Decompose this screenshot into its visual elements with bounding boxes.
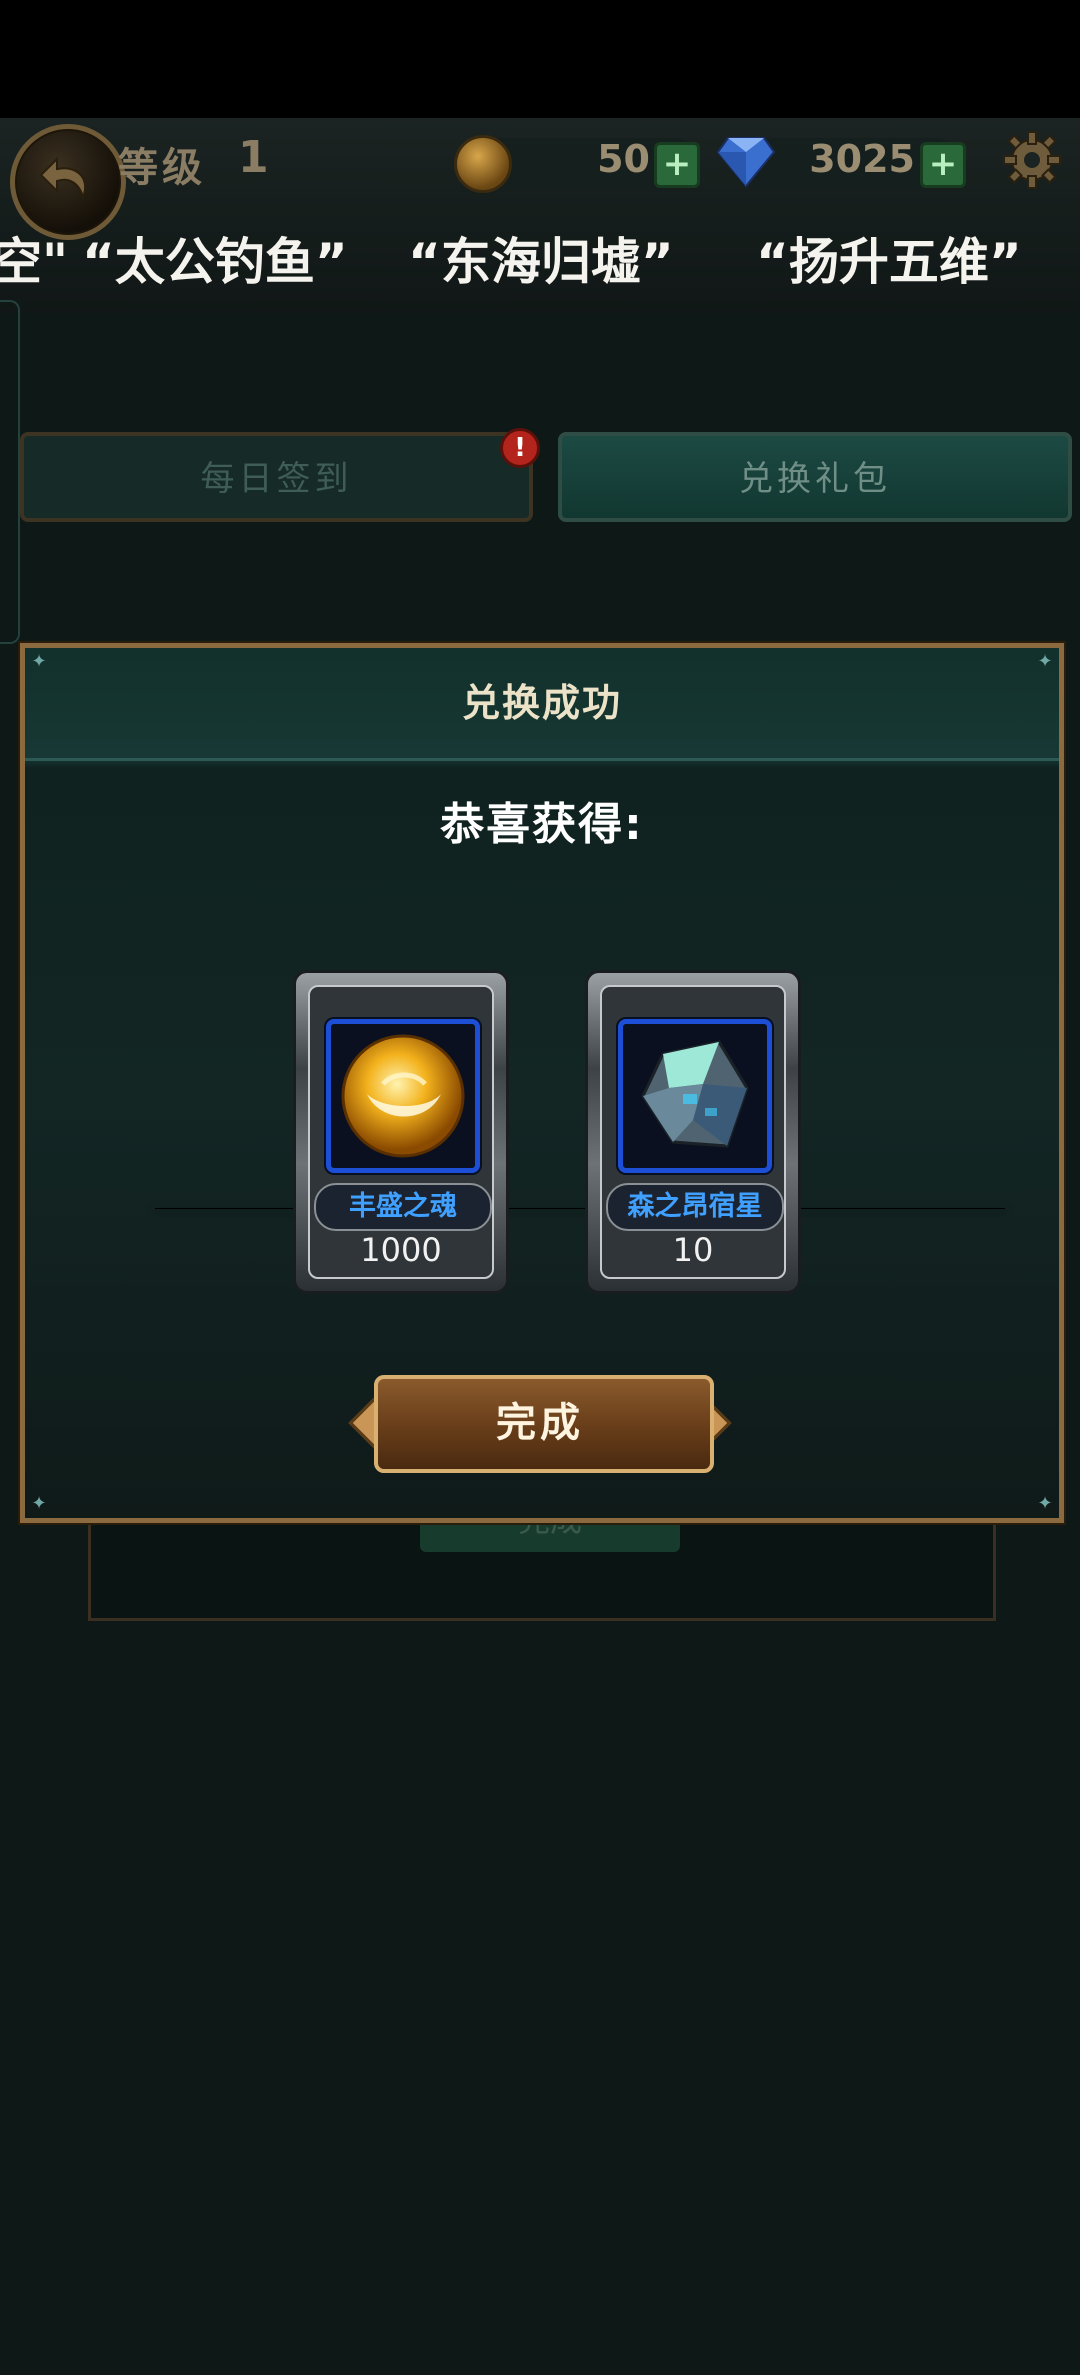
reward-card[interactable]: 森之昂宿星 10 — [585, 970, 801, 1294]
level-label: 等级 — [118, 145, 206, 191]
reward-icon-frame — [618, 1019, 772, 1173]
marquee-item: “东海归墟” — [408, 233, 674, 291]
add-gems-button[interactable]: + — [920, 142, 966, 188]
corner-ornament: ✦ — [1037, 1493, 1053, 1514]
level-value: 1 — [238, 132, 269, 183]
dialog-title: 兑换成功 — [461, 681, 622, 725]
gear-icon[interactable] — [1000, 128, 1064, 192]
reward-card[interactable]: 丰盛之魂 1000 — [293, 970, 509, 1294]
coin-count: 50 — [597, 137, 650, 181]
dialog-subtitle: 恭喜获得: — [440, 799, 644, 850]
coin-icon — [454, 135, 512, 193]
reward-icon-frame — [326, 1019, 480, 1173]
corner-ornament: ✦ — [31, 1493, 47, 1514]
tab-redeem-gift[interactable]: 兑换礼包 — [558, 432, 1072, 522]
reward-name-bar: 森之昂宿星 — [606, 1183, 784, 1231]
confirm-button-label: 完成 — [496, 1400, 584, 1446]
reward-area-divider — [155, 1208, 1005, 1209]
diamond-icon — [716, 137, 776, 188]
confirm-button[interactable]: 完成 — [348, 1375, 732, 1473]
reward-quantity: 1000 — [360, 1231, 442, 1269]
alert-badge: ! — [500, 428, 540, 468]
dialog-header: 兑换成功 — [25, 648, 1059, 761]
side-panel-edge — [0, 300, 20, 644]
marquee-item: 空" — [0, 233, 69, 291]
tab-daily-checkin[interactable]: 每日签到 — [20, 432, 533, 522]
news-marquee: 空" “太公钓鱼” “东海归墟” “扬升五维” — [0, 222, 1080, 292]
crystal-shard-icon — [641, 1040, 749, 1148]
marquee-item: “扬升五维” — [756, 233, 1022, 291]
reward-name-bar: 丰盛之魂 — [314, 1183, 492, 1231]
reward-quantity: 10 — [672, 1231, 714, 1269]
add-coins-button[interactable]: + — [654, 142, 700, 188]
back-arrow-icon — [39, 156, 86, 201]
status-bar — [0, 0, 1080, 118]
golden-orb-icon — [341, 1034, 465, 1158]
marquee-item: “太公钓鱼” — [82, 233, 348, 291]
reward-name: 森之昂宿星 — [627, 1191, 763, 1222]
gem-count: 3025 — [809, 137, 915, 181]
reward-name: 丰盛之魂 — [349, 1191, 457, 1222]
